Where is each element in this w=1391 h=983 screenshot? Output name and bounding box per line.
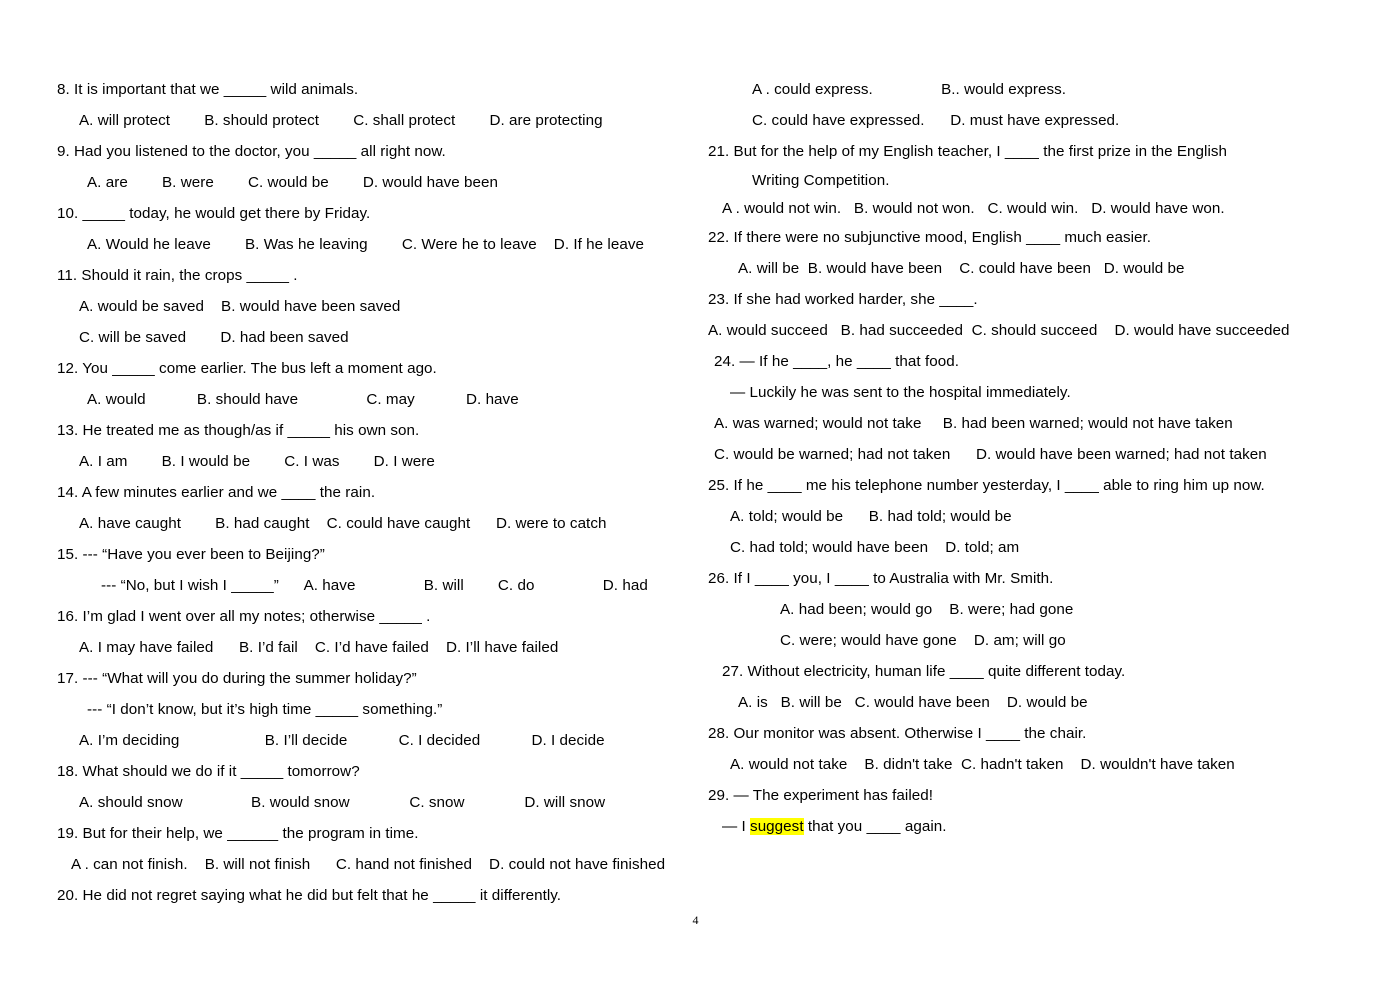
question-line: C. were; would have gone D. am; will go xyxy=(780,632,1066,649)
question-line: 29. — The experiment has failed! xyxy=(708,787,934,804)
question-line: A. would be saved B. would have been sav… xyxy=(79,298,401,315)
question-line: Writing Competition. xyxy=(752,172,890,189)
question-line: A. would succeed B. had succeeded C. sho… xyxy=(708,322,1290,339)
question-line: A. I am B. I would be C. I was D. I were xyxy=(79,453,435,470)
question-line: 23. If she had worked harder, she ____. xyxy=(708,291,978,308)
question-line: 21. But for the help of my English teach… xyxy=(708,143,1228,160)
question-line: 10. _____ today, he would get there by F… xyxy=(57,205,371,222)
question-line: A. I may have failed B. I’d fail C. I’d … xyxy=(79,639,559,656)
question-line: 13. He treated me as though/as if _____ … xyxy=(57,422,420,439)
question-line: A. Would he leave B. Was he leaving C. W… xyxy=(87,236,644,253)
question-line: A. should snow B. would snow C. snow D. … xyxy=(79,794,606,811)
question-line: 8. It is important that we _____ wild an… xyxy=(57,81,359,98)
question-line: A. told; would be B. had told; would be xyxy=(730,508,1012,525)
question-line: 19. But for their help, we ______ the pr… xyxy=(57,825,419,842)
question-line: A. are B. were C. would be D. would have… xyxy=(87,174,499,191)
answer-text-suffix: that you ____ again. xyxy=(803,818,947,835)
question-line: A. had been; would go B. were; had gone xyxy=(780,601,1074,618)
question-line: C. will be saved D. had been saved xyxy=(79,329,349,346)
question-line: — Luckily he was sent to the hospital im… xyxy=(730,384,1071,401)
question-line: 26. If I ____ you, I ____ to Australia w… xyxy=(708,570,1054,587)
question-line: A. was warned; would not take B. had bee… xyxy=(714,415,1233,432)
question-line: A. would B. should have C. may D. have xyxy=(87,391,519,408)
question-line: 28. Our monitor was absent. Otherwise I … xyxy=(708,725,1087,742)
question-line: A. will protect B. should protect C. sha… xyxy=(79,112,603,129)
highlighted-word: suggest xyxy=(750,818,804,835)
question-line: C. would be warned; had not taken D. wou… xyxy=(714,446,1267,463)
question-line: 15. --- “Have you ever been to Beijing?” xyxy=(57,546,325,563)
question-line: 22. If there were no subjunctive mood, E… xyxy=(708,229,1152,246)
answer-text-prefix: — I xyxy=(722,818,751,835)
question-line: C. could have expressed. D. must have ex… xyxy=(752,112,1120,129)
question-line: A. would not take B. didn't take C. hadn… xyxy=(730,756,1235,773)
question-line: A . could express. B.. would express. xyxy=(752,81,1067,98)
question-line: A. is B. will be C. would have been D. w… xyxy=(738,694,1088,711)
left-column: 8. It is important that we _____ wild an… xyxy=(57,74,687,911)
question-line: 9. Had you listened to the doctor, you _… xyxy=(57,143,446,160)
question-line: 24. — If he ____, he ____ that food. xyxy=(714,353,959,370)
right-column: A . could express. B.. would express. C. … xyxy=(708,74,1348,842)
question-line: 12. You _____ come earlier. The bus left… xyxy=(57,360,437,377)
worksheet-page: 8. It is important that we _____ wild an… xyxy=(0,0,1391,983)
question-line: 20. He did not regret saying what he did… xyxy=(57,887,562,904)
question-line: A . can not finish. B. will not finish C… xyxy=(71,856,666,873)
question-line-highlighted: — I suggest that you ____ again. xyxy=(708,811,1348,842)
question-line: C. had told; would have been D. told; am xyxy=(730,539,1020,556)
question-line: 14. A few minutes earlier and we ____ th… xyxy=(57,484,376,501)
question-line: --- “I don’t know, but it’s high time __… xyxy=(87,701,443,718)
question-line: --- “No, but I wish I _____” A. have B. … xyxy=(101,577,648,594)
question-line: 16. I’m glad I went over all my notes; o… xyxy=(57,608,431,625)
question-line: A . would not win. B. would not won. C. … xyxy=(722,200,1225,217)
question-line: A. have caught B. had caught C. could ha… xyxy=(79,515,607,532)
question-line: 18. What should we do if it _____ tomorr… xyxy=(57,763,360,780)
page-number: 4 xyxy=(692,913,699,927)
question-line: A. will be B. would have been C. could h… xyxy=(738,260,1185,277)
question-line: 27. Without electricity, human life ____… xyxy=(722,663,1126,680)
question-line: A. I’m deciding B. I’ll decide C. I deci… xyxy=(79,732,605,749)
question-line: 17. --- “What will you do during the sum… xyxy=(57,670,417,687)
question-line: 25. If he ____ me his telephone number y… xyxy=(708,477,1265,494)
question-line: 11. Should it rain, the crops _____ . xyxy=(57,267,298,284)
